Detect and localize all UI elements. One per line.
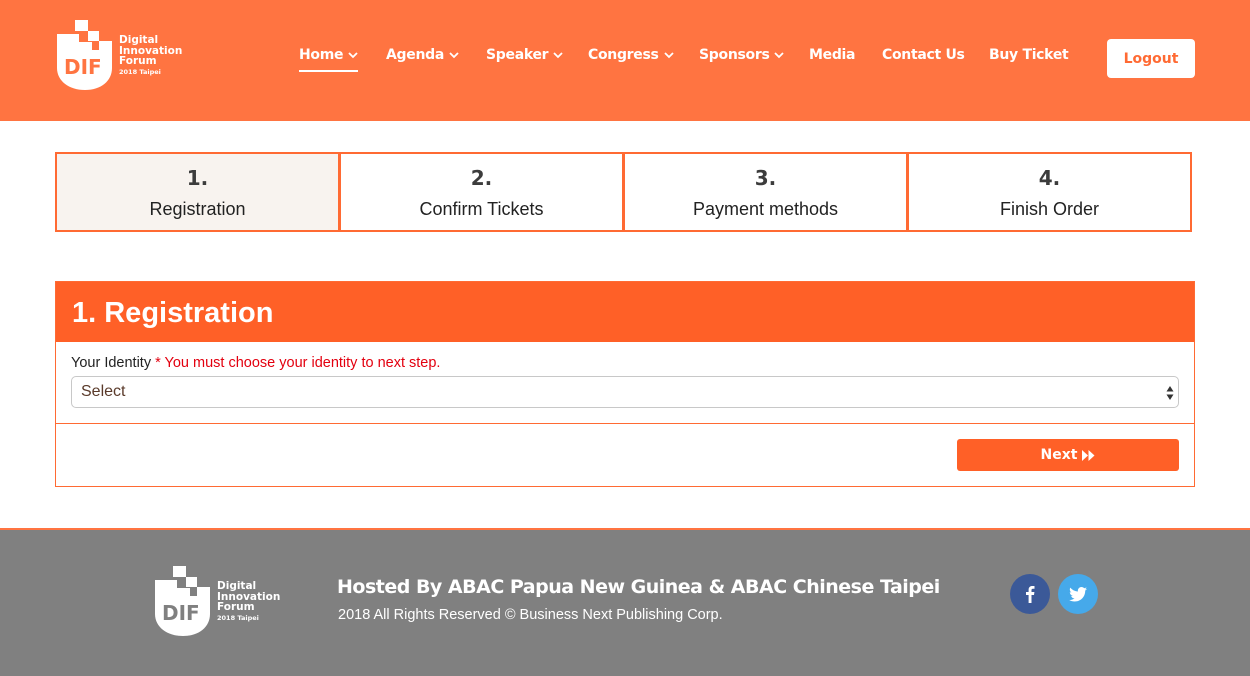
logo-abbr: DIF — [64, 55, 102, 79]
logo-year: 2018 Taipei — [119, 67, 161, 76]
logo-line3: Forum — [119, 55, 157, 67]
next-button-label: Next — [1040, 447, 1078, 463]
step-number: 3. — [754, 166, 777, 190]
twitter-button[interactable] — [1058, 574, 1098, 614]
nav-sponsors-label: Sponsors — [699, 47, 770, 63]
chevron-down-icon — [663, 52, 674, 59]
required-note: * You must choose your identity to next … — [155, 355, 441, 371]
logo-line3: Forum — [217, 601, 255, 613]
select-value: Select — [81, 383, 126, 400]
nav-contact-us-label: Contact Us — [882, 47, 965, 63]
copyright: 2018 All Rights Reserved © Business Next… — [338, 607, 723, 623]
step-number: 1. — [186, 166, 209, 190]
identity-label: Your Identity — [71, 355, 152, 371]
identity-section: Your Identity * You must choose your ide… — [56, 342, 1194, 424]
identity-label-row: Your Identity * You must choose your ide… — [71, 355, 440, 371]
logout-button[interactable]: Logout — [1107, 39, 1195, 78]
step-payment-methods[interactable]: 3. Payment methods — [623, 152, 908, 232]
site-footer: DIF Digital Innovation Forum 2018 Taipei… — [0, 528, 1250, 676]
nav-congress[interactable]: Congress — [588, 44, 674, 66]
nav-home-label: Home — [299, 47, 344, 63]
logo-abbr: DIF — [162, 601, 200, 625]
step-confirm-tickets[interactable]: 2. Confirm Tickets — [339, 152, 624, 232]
logo-year: 2018 Taipei — [217, 613, 259, 622]
nav-media-label: Media — [809, 47, 856, 63]
chevron-down-icon — [348, 52, 358, 59]
nav-agenda[interactable]: Agenda — [386, 44, 459, 66]
nav-congress-label: Congress — [588, 47, 659, 63]
step-label: Finish Order — [999, 199, 1100, 219]
nav-speaker[interactable]: Speaker — [486, 44, 563, 66]
nav-buy-ticket-label: Buy Ticket — [989, 47, 1069, 63]
step-label: Payment methods — [692, 199, 839, 219]
fast-forward-icon — [1082, 449, 1095, 461]
facebook-button[interactable] — [1010, 574, 1050, 614]
site-header: DIF Digital Innovation Forum 2018 Taipei… — [0, 0, 1250, 121]
chevron-down-icon — [449, 52, 459, 59]
chevron-down-icon — [774, 52, 785, 59]
next-button[interactable]: Next — [957, 439, 1179, 471]
registration-panel: 1. Registration Your Identity * You must… — [55, 281, 1195, 487]
panel-title: 1. Registration — [56, 282, 1194, 342]
nav-contact-us[interactable]: Contact Us — [882, 44, 965, 66]
checkout-steps: 1. Registration 2. Confirm Tickets 3. Pa… — [55, 152, 1195, 232]
header-logo[interactable]: DIF Digital Innovation Forum 2018 Taipei — [57, 20, 182, 92]
logo-line1: Digital — [119, 34, 159, 46]
footer-logo[interactable]: DIF Digital Innovation Forum 2018 Taipei — [155, 566, 280, 638]
step-number: 2. — [470, 166, 493, 190]
nav-speaker-label: Speaker — [486, 47, 549, 63]
step-number: 4. — [1038, 166, 1061, 190]
identity-select[interactable]: Select — [71, 376, 1179, 408]
hosted-by: Hosted By ABAC Papua New Guinea & ABAC C… — [337, 576, 940, 598]
nav-sponsors[interactable]: Sponsors — [699, 44, 785, 66]
step-label: Confirm Tickets — [419, 199, 544, 219]
step-finish-order[interactable]: 4. Finish Order — [907, 152, 1192, 232]
facebook-icon — [1026, 586, 1035, 603]
nav-home[interactable]: Home — [299, 44, 359, 72]
nav-buy-ticket[interactable]: Buy Ticket — [989, 44, 1069, 66]
nav-agenda-label: Agenda — [386, 47, 444, 63]
step-label: Registration — [149, 199, 246, 219]
logo-line1: Digital — [217, 580, 257, 592]
step-registration[interactable]: 1. Registration — [55, 152, 340, 232]
chevron-down-icon — [553, 52, 563, 59]
select-arrows-icon — [1166, 386, 1174, 400]
nav-media[interactable]: Media — [809, 44, 856, 66]
twitter-icon — [1069, 586, 1087, 602]
